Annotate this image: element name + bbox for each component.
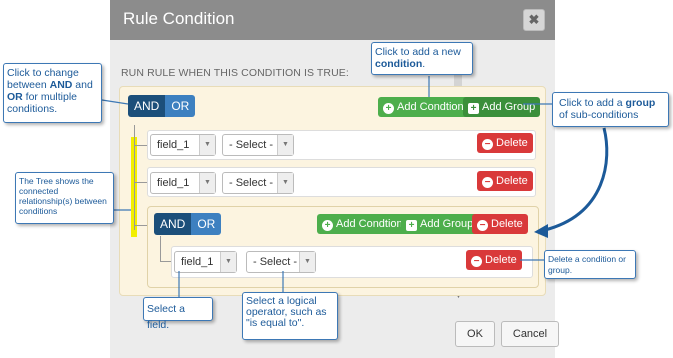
callout-add-condition: Click to add a new condition. <box>371 42 473 75</box>
stage: Rule Condition ✖ ▲ ▼ RUN RULE WHEN THIS … <box>0 0 673 358</box>
callout-field: Select a field. <box>143 297 213 331</box>
callout-tree: The Tree shows the connected relationshi… <box>15 172 114 224</box>
callout-and-or: Click to change between AND and OR for m… <box>3 63 102 123</box>
callout-operator: Select a logical operator, such as "is e… <box>242 292 338 340</box>
callout-delete: Delete a condition or group. <box>544 250 636 279</box>
callout-add-group: Click to add a group of sub-conditions <box>552 92 669 127</box>
